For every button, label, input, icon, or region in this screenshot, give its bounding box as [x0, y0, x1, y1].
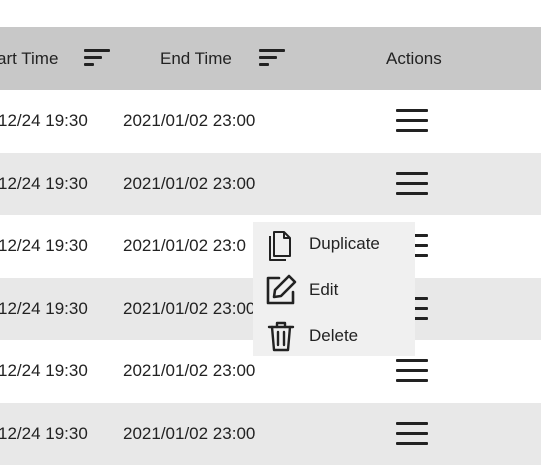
header-actions: Actions: [386, 27, 442, 90]
cell-start-time: 12/24 19:30: [0, 361, 88, 381]
sort-end-time-icon[interactable]: [259, 49, 285, 69]
cell-end-time: 2021/01/02 23:00: [123, 423, 256, 443]
cell-end-time: 2021/01/02 23:0: [123, 236, 246, 256]
sort-start-time-icon[interactable]: [84, 49, 110, 69]
cell-end-time: 2021/01/02 23:00: [123, 111, 256, 131]
menu-item-delete-label: Delete: [309, 326, 359, 345]
header-actions-label: Actions: [386, 48, 442, 68]
row-menu-icon[interactable]: [396, 421, 428, 446]
cell-start-time: 12/24 19:30: [0, 173, 88, 193]
cell-start-time: 12/24 19:30: [0, 236, 88, 256]
row-menu-icon[interactable]: [396, 359, 428, 383]
cell-end-time: 2021/01/02 23:00: [123, 361, 256, 381]
menu-item-duplicate-label: Duplicate: [309, 234, 380, 253]
cell-start-time: 12/24 19:30: [0, 423, 88, 443]
header-end-time-label: End Time: [160, 48, 232, 68]
menu-item-duplicate[interactable]: Duplicate: [253, 222, 415, 266]
edit-icon: [264, 273, 298, 307]
table-row: 12/24 19:30 2021/01/02 23:00: [0, 152, 541, 215]
header-start-time-label: art Time: [0, 48, 59, 68]
delete-icon: [264, 319, 298, 353]
cell-start-time: 12/24 19:30: [0, 111, 88, 131]
row-menu-icon[interactable]: [396, 109, 428, 133]
row-menu-icon[interactable]: [396, 171, 428, 196]
cell-end-time: 2021/01/02 23:00: [123, 298, 256, 318]
table-row: 12/24 19:30 2021/01/02 23:00: [0, 402, 541, 465]
cell-end-time: 2021/01/02 23:00: [123, 173, 256, 193]
row-context-menu: Duplicate Edit Delete: [253, 222, 415, 356]
duplicate-icon: [264, 227, 298, 261]
table-row: 12/24 19:30 2021/01/02 23:00: [0, 90, 541, 153]
menu-item-edit-label: Edit: [309, 280, 339, 299]
menu-item-edit[interactable]: Edit: [253, 268, 415, 312]
cell-start-time: 12/24 19:30: [0, 298, 88, 318]
menu-item-delete[interactable]: Delete: [253, 314, 415, 358]
header-start-time: art Time: [0, 27, 130, 90]
